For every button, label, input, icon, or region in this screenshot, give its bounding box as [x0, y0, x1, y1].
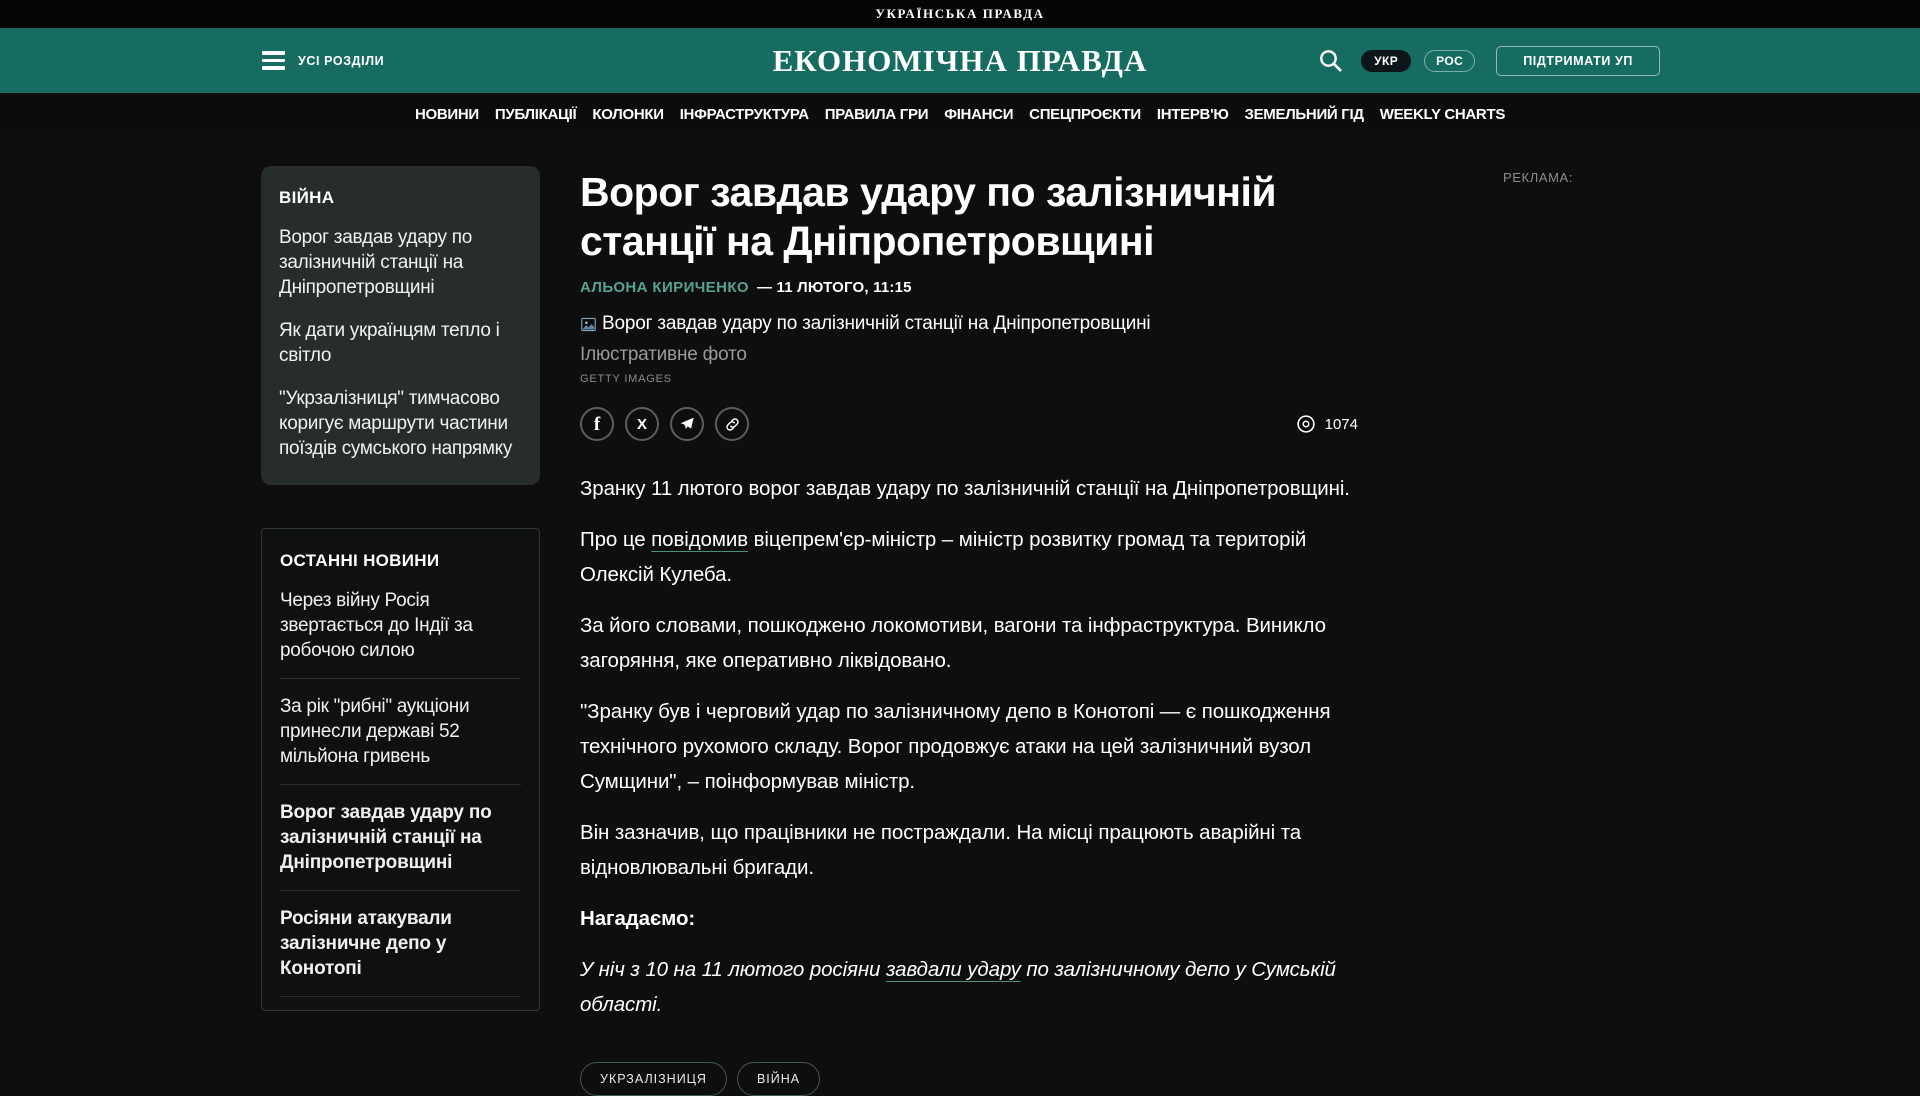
article-paragraph: Він зазначив, що працівники не постражда…: [580, 815, 1358, 885]
views-icon: [1295, 413, 1317, 435]
article-text: Зранку 11 лютого ворог завдав удару по з…: [580, 477, 1350, 500]
search-icon: [1317, 47, 1344, 74]
image-alt-text: Ворог завдав удару по залізничній станці…: [602, 313, 1150, 335]
nav-item[interactable]: КОЛОНКИ: [592, 106, 663, 123]
share-telegram-button[interactable]: [670, 407, 704, 441]
article-image-broken: Ворог завдав удару по залізничній станці…: [580, 313, 1358, 335]
war-section-box: ВІЙНА Ворог завдав удару по залізничній …: [261, 166, 540, 485]
war-news-link[interactable]: "Укрзалізниця" тимчасово коригує маршрут…: [279, 386, 522, 461]
latest-news-link[interactable]: За рік "рибні" аукціони принесли державі…: [280, 694, 521, 769]
header-actions: УКР РОС ПІДТРИМАТИ УП: [1317, 28, 1660, 93]
war-news-link[interactable]: Як дати українцям тепло і світло: [279, 318, 522, 368]
latest-news-item: За рік "рибні" аукціони принесли державі…: [280, 678, 521, 769]
article-text: Нагадаємо:: [580, 907, 695, 930]
byline: АЛЬОНА КИРИЧЕНКО — 11 ЛЮТОГО, 11:15: [580, 279, 1358, 296]
view-counter: 1074: [1295, 413, 1358, 435]
nav-item[interactable]: ІНФРАСТРУКТУРА: [680, 106, 809, 123]
latest-news-item: Через війну Росія звертається до Індії з…: [280, 588, 521, 663]
article-paragraph: У ніч з 10 на 11 лютого росіяни завдали …: [580, 952, 1358, 1022]
support-up-button[interactable]: ПІДТРИМАТИ УП: [1496, 46, 1660, 76]
ukrainska-pravda-logo[interactable]: УКРАЇНСЬКА ПРАВДА: [875, 6, 1044, 22]
war-news-link[interactable]: Ворог завдав удару по залізничній станці…: [279, 225, 522, 300]
nav-item[interactable]: ПРАВИЛА ГРИ: [825, 106, 928, 123]
article-text: "Зранку був і черговий удар по залізничн…: [580, 700, 1331, 793]
image-caption: Ілюстративне фото: [580, 344, 1358, 366]
link-icon: [724, 416, 741, 433]
latest-news-link[interactable]: Росіяни атакували залізничне депо у Коно…: [280, 906, 521, 981]
article: Ворог завдав удару по залізничній станці…: [580, 135, 1358, 1096]
copy-link-button[interactable]: [715, 407, 749, 441]
latest-news-item: На Сумщині та Чернігівщини можливі точко…: [280, 996, 521, 1011]
article-text: Він зазначив, що працівники не постражда…: [580, 821, 1301, 879]
publish-date: — 11 ЛЮТОГО, 11:15: [757, 279, 912, 296]
article-paragraph: Нагадаємо:: [580, 901, 1358, 936]
view-count: 1074: [1325, 416, 1358, 433]
latest-news-link[interactable]: Через війну Росія звертається до Індії з…: [280, 588, 521, 663]
tag-button[interactable]: УКРЗАЛІЗНИЦЯ: [580, 1062, 727, 1096]
share-row: f X 1074: [580, 407, 1358, 441]
lang-toggle-ros[interactable]: РОС: [1424, 50, 1475, 72]
nav-item[interactable]: ІНТЕРВ'Ю: [1157, 106, 1229, 123]
facebook-icon: f: [594, 415, 600, 434]
war-list: Ворог завдав удару по залізничній станці…: [279, 225, 522, 461]
latest-news-box: ОСТАННІ НОВИНИ Через війну Росія звертає…: [261, 528, 540, 1011]
main-nav: НОВИНИ ПУБЛІКАЦІЇ КОЛОНКИ ІНФРАСТРУКТУРА ПРА…: [0, 93, 1920, 135]
article-paragraph: Зранку 11 лютого ворог завдав удару по з…: [580, 471, 1358, 506]
all-sections-label: УСІ РОЗДІЛИ: [298, 54, 384, 68]
lang-toggle-ukr[interactable]: УКР: [1361, 50, 1411, 72]
war-section-title: ВІЙНА: [279, 188, 522, 208]
search-button[interactable]: [1317, 47, 1344, 74]
latest-news-item: Росіяни атакували залізничне депо у Коно…: [280, 890, 521, 981]
tag-list: УКРЗАЛІЗНИЦЯ ВІЙНА: [580, 1062, 1358, 1096]
article-text: Про це: [580, 528, 651, 551]
article-inline-link[interactable]: повідомив: [651, 528, 748, 551]
nav-item[interactable]: ЗЕМЕЛЬНИЙ ГІД: [1245, 106, 1364, 123]
sidebar: ВІЙНА Ворог завдав удару по залізничній …: [261, 166, 540, 1011]
telegram-icon: [679, 416, 695, 432]
site-header: УСІ РОЗДІЛИ ЕКОНОМІЧНА ПРАВДА УКР РОС ПІ…: [0, 28, 1920, 93]
top-bar: УКРАЇНСЬКА ПРАВДА: [0, 0, 1920, 28]
article-paragraph: "Зранку був і черговий удар по залізничн…: [580, 694, 1358, 799]
nav-item[interactable]: НОВИНИ: [415, 106, 479, 123]
share-facebook-button[interactable]: f: [580, 407, 614, 441]
nav-item[interactable]: ФІНАНСИ: [944, 106, 1013, 123]
x-twitter-icon: X: [637, 417, 647, 432]
broken-image-icon: [580, 316, 597, 333]
ekonomichna-pravda-logo[interactable]: ЕКОНОМІЧНА ПРАВДА: [773, 43, 1148, 79]
article-body: Зранку 11 лютого ворог завдав удару по з…: [580, 471, 1358, 1022]
article-title: Ворог завдав удару по залізничній станці…: [580, 168, 1358, 266]
latest-news-title: ОСТАННІ НОВИНИ: [280, 551, 521, 571]
author-link[interactable]: АЛЬОНА КИРИЧЕНКО: [580, 279, 749, 296]
latest-news-link[interactable]: Ворог завдав удару по залізничній станці…: [280, 800, 521, 875]
ad-label: РЕКЛАМА:: [1503, 170, 1573, 185]
hamburger-icon: [262, 51, 285, 70]
nav-item[interactable]: ПУБЛІКАЦІЇ: [495, 106, 576, 123]
share-x-button[interactable]: X: [625, 407, 659, 441]
article-inline-link[interactable]: завдали удару: [886, 958, 1021, 981]
latest-list: Через війну Росія звертається до Індії з…: [280, 588, 521, 1011]
nav-item[interactable]: WEEKLY CHARTS: [1380, 106, 1505, 123]
latest-news-item: Ворог завдав удару по залізничній станці…: [280, 784, 521, 875]
all-sections-menu[interactable]: УСІ РОЗДІЛИ: [262, 28, 384, 93]
image-credit: GETTY IMAGES: [580, 373, 1358, 385]
article-paragraph: За його словами, пошкоджено локомотиви, …: [580, 608, 1358, 678]
article-paragraph: Про це повідомив віцепрем'єр-міністр – м…: [580, 522, 1358, 592]
article-text: За його словами, пошкоджено локомотиви, …: [580, 614, 1326, 672]
tag-button[interactable]: ВІЙНА: [737, 1062, 820, 1096]
article-text: У ніч з 10 на 11 лютого росіяни: [580, 958, 886, 981]
nav-item[interactable]: СПЕЦПРОЄКТИ: [1029, 106, 1141, 123]
